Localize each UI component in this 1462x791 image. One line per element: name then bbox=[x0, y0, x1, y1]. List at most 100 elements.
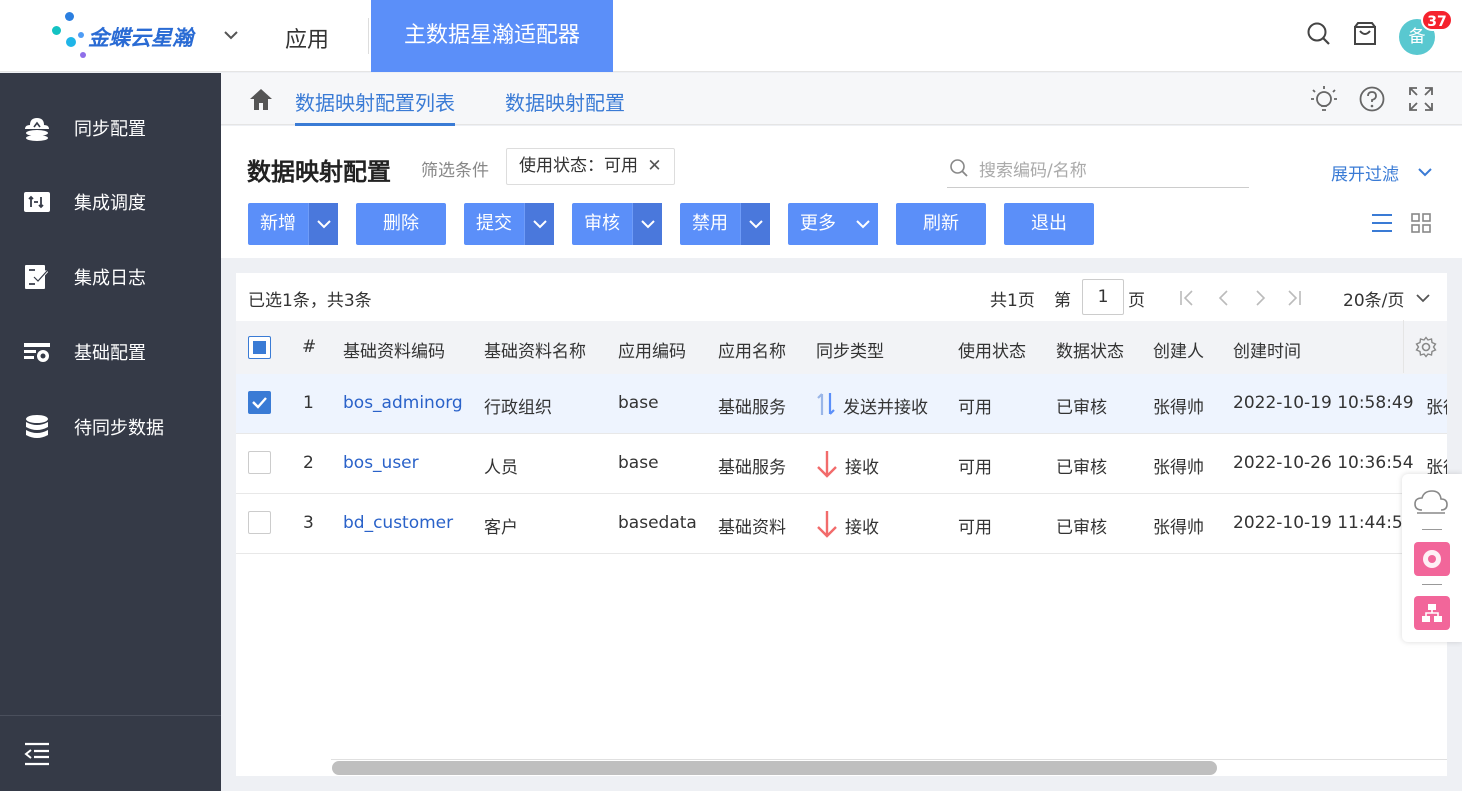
table-row[interactable]: 2 bos_user 人员 base 基础服务 接收 可用 已审核 张得帅 20… bbox=[236, 434, 1447, 494]
sidebar-item-log[interactable]: 集成日志 bbox=[0, 246, 221, 306]
column-header: # bbox=[302, 337, 317, 357]
gear-icon[interactable] bbox=[1415, 336, 1437, 358]
search-input[interactable]: 搜索编码/名称 bbox=[947, 148, 1249, 188]
column-header[interactable]: 创建时间 bbox=[1233, 337, 1301, 362]
column-header[interactable]: 创建人 bbox=[1153, 337, 1204, 362]
submit-dropdown[interactable] bbox=[524, 203, 554, 245]
top-bar: 金蝶云星瀚 应用 主数据星瀚适配器 备 37 bbox=[0, 0, 1462, 72]
app-code-cell: base bbox=[618, 453, 659, 473]
name-cell: 人员 bbox=[484, 458, 518, 478]
nav-app[interactable]: 应用 bbox=[285, 22, 329, 54]
filter-tag[interactable]: 使用状态：可用 ✕ bbox=[506, 148, 675, 185]
column-header[interactable]: 使用状态 bbox=[958, 337, 1026, 362]
page-suffix: 页 bbox=[1128, 291, 1145, 311]
database-icon bbox=[26, 415, 48, 438]
notification-badge[interactable]: 37 bbox=[1421, 9, 1453, 31]
lightbulb-icon[interactable] bbox=[1310, 85, 1338, 113]
add-button[interactable]: 新增 bbox=[248, 203, 338, 245]
prev-page-icon[interactable] bbox=[1213, 287, 1235, 309]
org-chart-icon[interactable] bbox=[1414, 596, 1450, 630]
search-placeholder: 搜索编码/名称 bbox=[979, 161, 1087, 181]
column-header[interactable]: 应用编码 bbox=[618, 337, 686, 362]
table-row[interactable]: 1 bos_adminorg 行政组织 base 基础服务 发送并接收 可用 已… bbox=[236, 374, 1447, 434]
row-checkbox[interactable] bbox=[248, 451, 271, 474]
code-link[interactable]: bd_customer bbox=[343, 513, 453, 533]
chevron-down-icon bbox=[533, 220, 547, 229]
audit-button[interactable]: 审核 bbox=[572, 203, 662, 245]
chevron-down-icon[interactable] bbox=[1414, 289, 1432, 307]
delete-button[interactable]: 删除 bbox=[356, 203, 446, 245]
sync-type-cell: 接收 bbox=[845, 518, 879, 538]
chevron-down-icon[interactable] bbox=[1415, 162, 1435, 182]
last-page-icon[interactable] bbox=[1283, 287, 1305, 309]
refresh-button[interactable]: 刷新 bbox=[896, 203, 986, 245]
column-header[interactable]: 同步类型 bbox=[816, 337, 884, 362]
add-dropdown[interactable] bbox=[308, 203, 338, 245]
tab-mapping-config[interactable]: 数据映射配置 bbox=[505, 87, 625, 116]
code-link[interactable]: bos_adminorg bbox=[343, 393, 463, 413]
sidebar-item-pending-data[interactable]: 待同步数据 bbox=[0, 396, 221, 456]
config-icon bbox=[24, 343, 50, 362]
page-size-select[interactable]: 20条/页 bbox=[1343, 286, 1404, 311]
chat-app-icon[interactable] bbox=[1414, 542, 1450, 576]
app-name-cell: 基础服务 bbox=[718, 398, 786, 418]
next-page-icon[interactable] bbox=[1249, 287, 1271, 309]
sidebar-item-label: 待同步数据 bbox=[74, 418, 164, 439]
tab-bar: 数据映射配置列表 数据映射配置 bbox=[221, 73, 1462, 126]
first-page-icon[interactable] bbox=[1176, 287, 1198, 309]
creator-cell: 张得帅 bbox=[1153, 398, 1204, 418]
grid-view-icon[interactable] bbox=[1409, 211, 1433, 235]
brand-name[interactable]: 金蝶云星瀚 bbox=[88, 22, 193, 52]
created-time-cell: 2022-10-19 11:44:50 bbox=[1233, 513, 1414, 533]
collapse-menu-icon[interactable] bbox=[22, 741, 52, 767]
column-header[interactable]: 应用名称 bbox=[718, 337, 786, 362]
more-button[interactable]: 更多 bbox=[788, 203, 878, 245]
column-header[interactable]: 基础资料编码 bbox=[343, 337, 445, 362]
sidebar-item-sync-config[interactable]: 同步配置 bbox=[0, 97, 221, 157]
sidebar-item-schedule[interactable]: 集成调度 bbox=[0, 171, 221, 231]
row-checkbox[interactable] bbox=[248, 391, 271, 414]
disable-button[interactable]: 禁用 bbox=[680, 203, 770, 245]
exit-button[interactable]: 退出 bbox=[1004, 203, 1094, 245]
fullscreen-icon[interactable] bbox=[1407, 85, 1435, 113]
data-status-cell: 已审核 bbox=[1056, 458, 1107, 478]
column-settings[interactable] bbox=[1403, 320, 1447, 373]
refresh-button-label: 刷新 bbox=[923, 213, 959, 234]
filter-tag-label: 使用状态：可用 bbox=[519, 156, 638, 176]
code-link[interactable]: bos_user bbox=[343, 453, 419, 473]
sync-type-cell: 发送并接收 bbox=[843, 398, 928, 418]
row-number: 2 bbox=[303, 453, 314, 473]
home-icon[interactable] bbox=[247, 85, 275, 113]
more-button-label: 更多 bbox=[800, 213, 836, 234]
row-checkbox[interactable] bbox=[248, 511, 271, 534]
name-cell: 客户 bbox=[484, 518, 518, 538]
page-number-input[interactable]: 1 bbox=[1082, 279, 1124, 315]
expand-filter-link[interactable]: 展开过滤 bbox=[1331, 160, 1399, 185]
column-header[interactable]: 基础资料名称 bbox=[484, 337, 586, 362]
app-code-cell: basedata bbox=[618, 513, 697, 533]
column-header[interactable]: 数据状态 bbox=[1056, 337, 1124, 362]
more-dropdown[interactable] bbox=[848, 203, 878, 245]
select-all-checkbox[interactable] bbox=[248, 336, 271, 359]
disable-dropdown[interactable] bbox=[740, 203, 770, 245]
chevron-down-icon[interactable] bbox=[222, 26, 240, 44]
help-icon[interactable] bbox=[1358, 85, 1386, 113]
submit-button[interactable]: 提交 bbox=[464, 203, 554, 245]
nav-active-app[interactable]: 主数据星瀚适配器 bbox=[371, 0, 613, 72]
close-icon[interactable]: ✕ bbox=[647, 156, 661, 176]
tab-mapping-list[interactable]: 数据映射配置列表 bbox=[295, 87, 455, 126]
horizontal-scrollbar[interactable] bbox=[332, 761, 1217, 775]
shopping-bag-icon[interactable] bbox=[1351, 20, 1379, 48]
schedule-icon bbox=[24, 192, 50, 212]
search-icon[interactable] bbox=[1305, 20, 1333, 48]
list-view-icon[interactable] bbox=[1370, 211, 1394, 235]
sidebar-item-base-config[interactable]: 基础配置 bbox=[0, 321, 221, 381]
audit-dropdown[interactable] bbox=[632, 203, 662, 245]
sidebar-item-label: 基础配置 bbox=[74, 343, 146, 364]
cloud-icon[interactable] bbox=[1413, 488, 1449, 516]
arrow-down-icon bbox=[817, 511, 837, 538]
created-time-cell: 2022-10-26 10:36:54 bbox=[1233, 453, 1414, 473]
page-title: 数据映射配置 bbox=[247, 158, 391, 186]
filter-label: 筛选条件 bbox=[421, 161, 489, 181]
table-row[interactable]: 3 bd_customer 客户 basedata 基础资料 接收 可用 已审核… bbox=[236, 494, 1447, 554]
